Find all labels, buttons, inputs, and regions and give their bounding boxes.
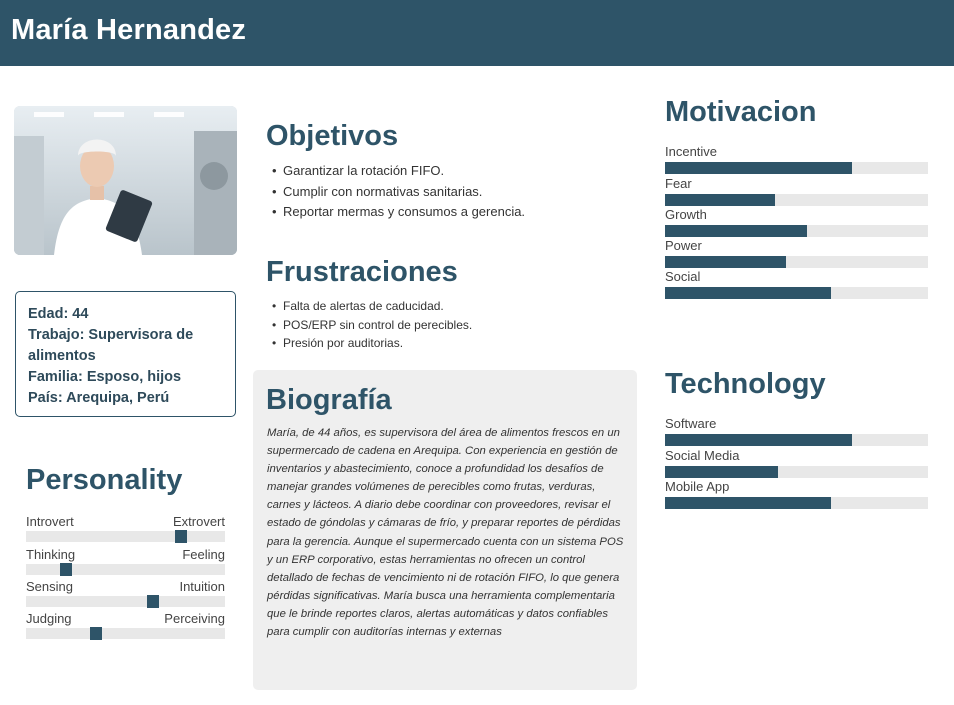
list-item: POS/ERP sin control de perecibles. <box>271 316 472 335</box>
header-bar: María Hernandez <box>0 0 954 66</box>
objectives-title: Objetivos <box>266 120 399 152</box>
list-item: Presión por auditorias. <box>271 334 472 353</box>
trait-right-label: Perceiving <box>164 611 225 626</box>
motivation-label: Social <box>665 269 701 284</box>
trait-left-label: Sensing <box>26 579 73 594</box>
trait-marker <box>175 530 187 543</box>
technology-label: Mobile App <box>665 479 730 494</box>
motivation-track <box>665 194 928 206</box>
motivation-title: Motivacion <box>665 96 817 128</box>
family-info: Familia: Esposo, hijos <box>28 369 182 385</box>
technology-track <box>665 497 928 509</box>
trait-marker <box>90 627 102 640</box>
trait-marker <box>147 595 159 608</box>
motivation-label: Fear <box>665 176 692 191</box>
technology-fill <box>665 466 779 478</box>
motivation-label: Growth <box>665 207 707 222</box>
technology-row: Software <box>665 416 928 448</box>
technology-title: Technology <box>665 368 826 400</box>
trait-left-label: Introvert <box>26 514 74 529</box>
personality-title: Personality <box>26 464 183 496</box>
list-item: Garantizar la rotación FIFO. <box>271 161 525 182</box>
frustrations-title: Frustraciones <box>266 256 458 288</box>
motivation-label: Incentive <box>665 144 718 159</box>
motivation-fill <box>665 256 786 268</box>
motivation-track <box>665 287 928 299</box>
trait-track <box>26 628 225 639</box>
motivation-track <box>665 256 928 268</box>
motivation-row: Fear <box>665 176 928 208</box>
list-item: Falta de alertas de caducidad. <box>271 297 472 316</box>
motivation-fill <box>665 225 808 237</box>
trait-left-label: Thinking <box>26 547 76 562</box>
trait-right-label: Feeling <box>182 547 225 562</box>
motivation-fill <box>665 162 852 174</box>
biography-text: María, de 44 años, es supervisora del ár… <box>267 427 624 639</box>
motivation-row: Incentive <box>665 144 928 176</box>
motivation-track <box>665 225 928 237</box>
trait-row: Sensing Intuition <box>26 579 225 613</box>
technology-track <box>665 434 928 446</box>
motivation-fill <box>665 287 831 299</box>
age-info: Edad: 44 <box>28 306 89 322</box>
list-item: Cumplir con normativas sanitarias. <box>271 182 525 203</box>
motivation-row: Power <box>665 238 928 270</box>
trait-track <box>26 531 225 542</box>
technology-label: Software <box>665 416 717 431</box>
trait-track <box>26 564 225 575</box>
motivation-label: Power <box>665 238 702 253</box>
trait-row: Introvert Extrovert <box>26 514 225 548</box>
objectives-list: Garantizar la rotación FIFO. Cumplir con… <box>271 161 525 223</box>
motivation-row: Social <box>665 269 928 301</box>
trait-row: Thinking Feeling <box>26 547 225 581</box>
motivation-track <box>665 162 928 174</box>
technology-fill <box>665 497 831 509</box>
technology-fill <box>665 434 852 446</box>
profile-info-card: Edad: 44 Trabajo: Supervisora de aliment… <box>15 291 236 417</box>
trait-right-label: Intuition <box>179 579 225 594</box>
technology-track <box>665 466 928 478</box>
person-photo-illustration <box>14 106 237 255</box>
technology-row: Social Media <box>665 448 928 480</box>
motivation-row: Growth <box>665 207 928 239</box>
list-item: Reportar mermas y consumos a gerencia. <box>271 202 525 223</box>
job-info: Trabajo: Supervisora de alimentos <box>28 327 194 364</box>
persona-name: María Hernandez <box>11 14 247 46</box>
frustrations-list: Falta de alertas de caducidad. POS/ERP s… <box>271 297 472 353</box>
motivation-fill <box>665 194 776 206</box>
trait-row: Judging Perceiving <box>26 611 225 645</box>
trait-left-label: Judging <box>26 611 72 626</box>
trait-track <box>26 596 225 607</box>
technology-label: Social Media <box>665 448 740 463</box>
technology-row: Mobile App <box>665 479 928 511</box>
trait-right-label: Extrovert <box>172 514 225 529</box>
country-info: País: Arequipa, Perú <box>28 390 170 406</box>
trait-marker <box>60 563 72 576</box>
biography-title: Biografía <box>266 384 392 416</box>
person-photo <box>14 106 237 255</box>
